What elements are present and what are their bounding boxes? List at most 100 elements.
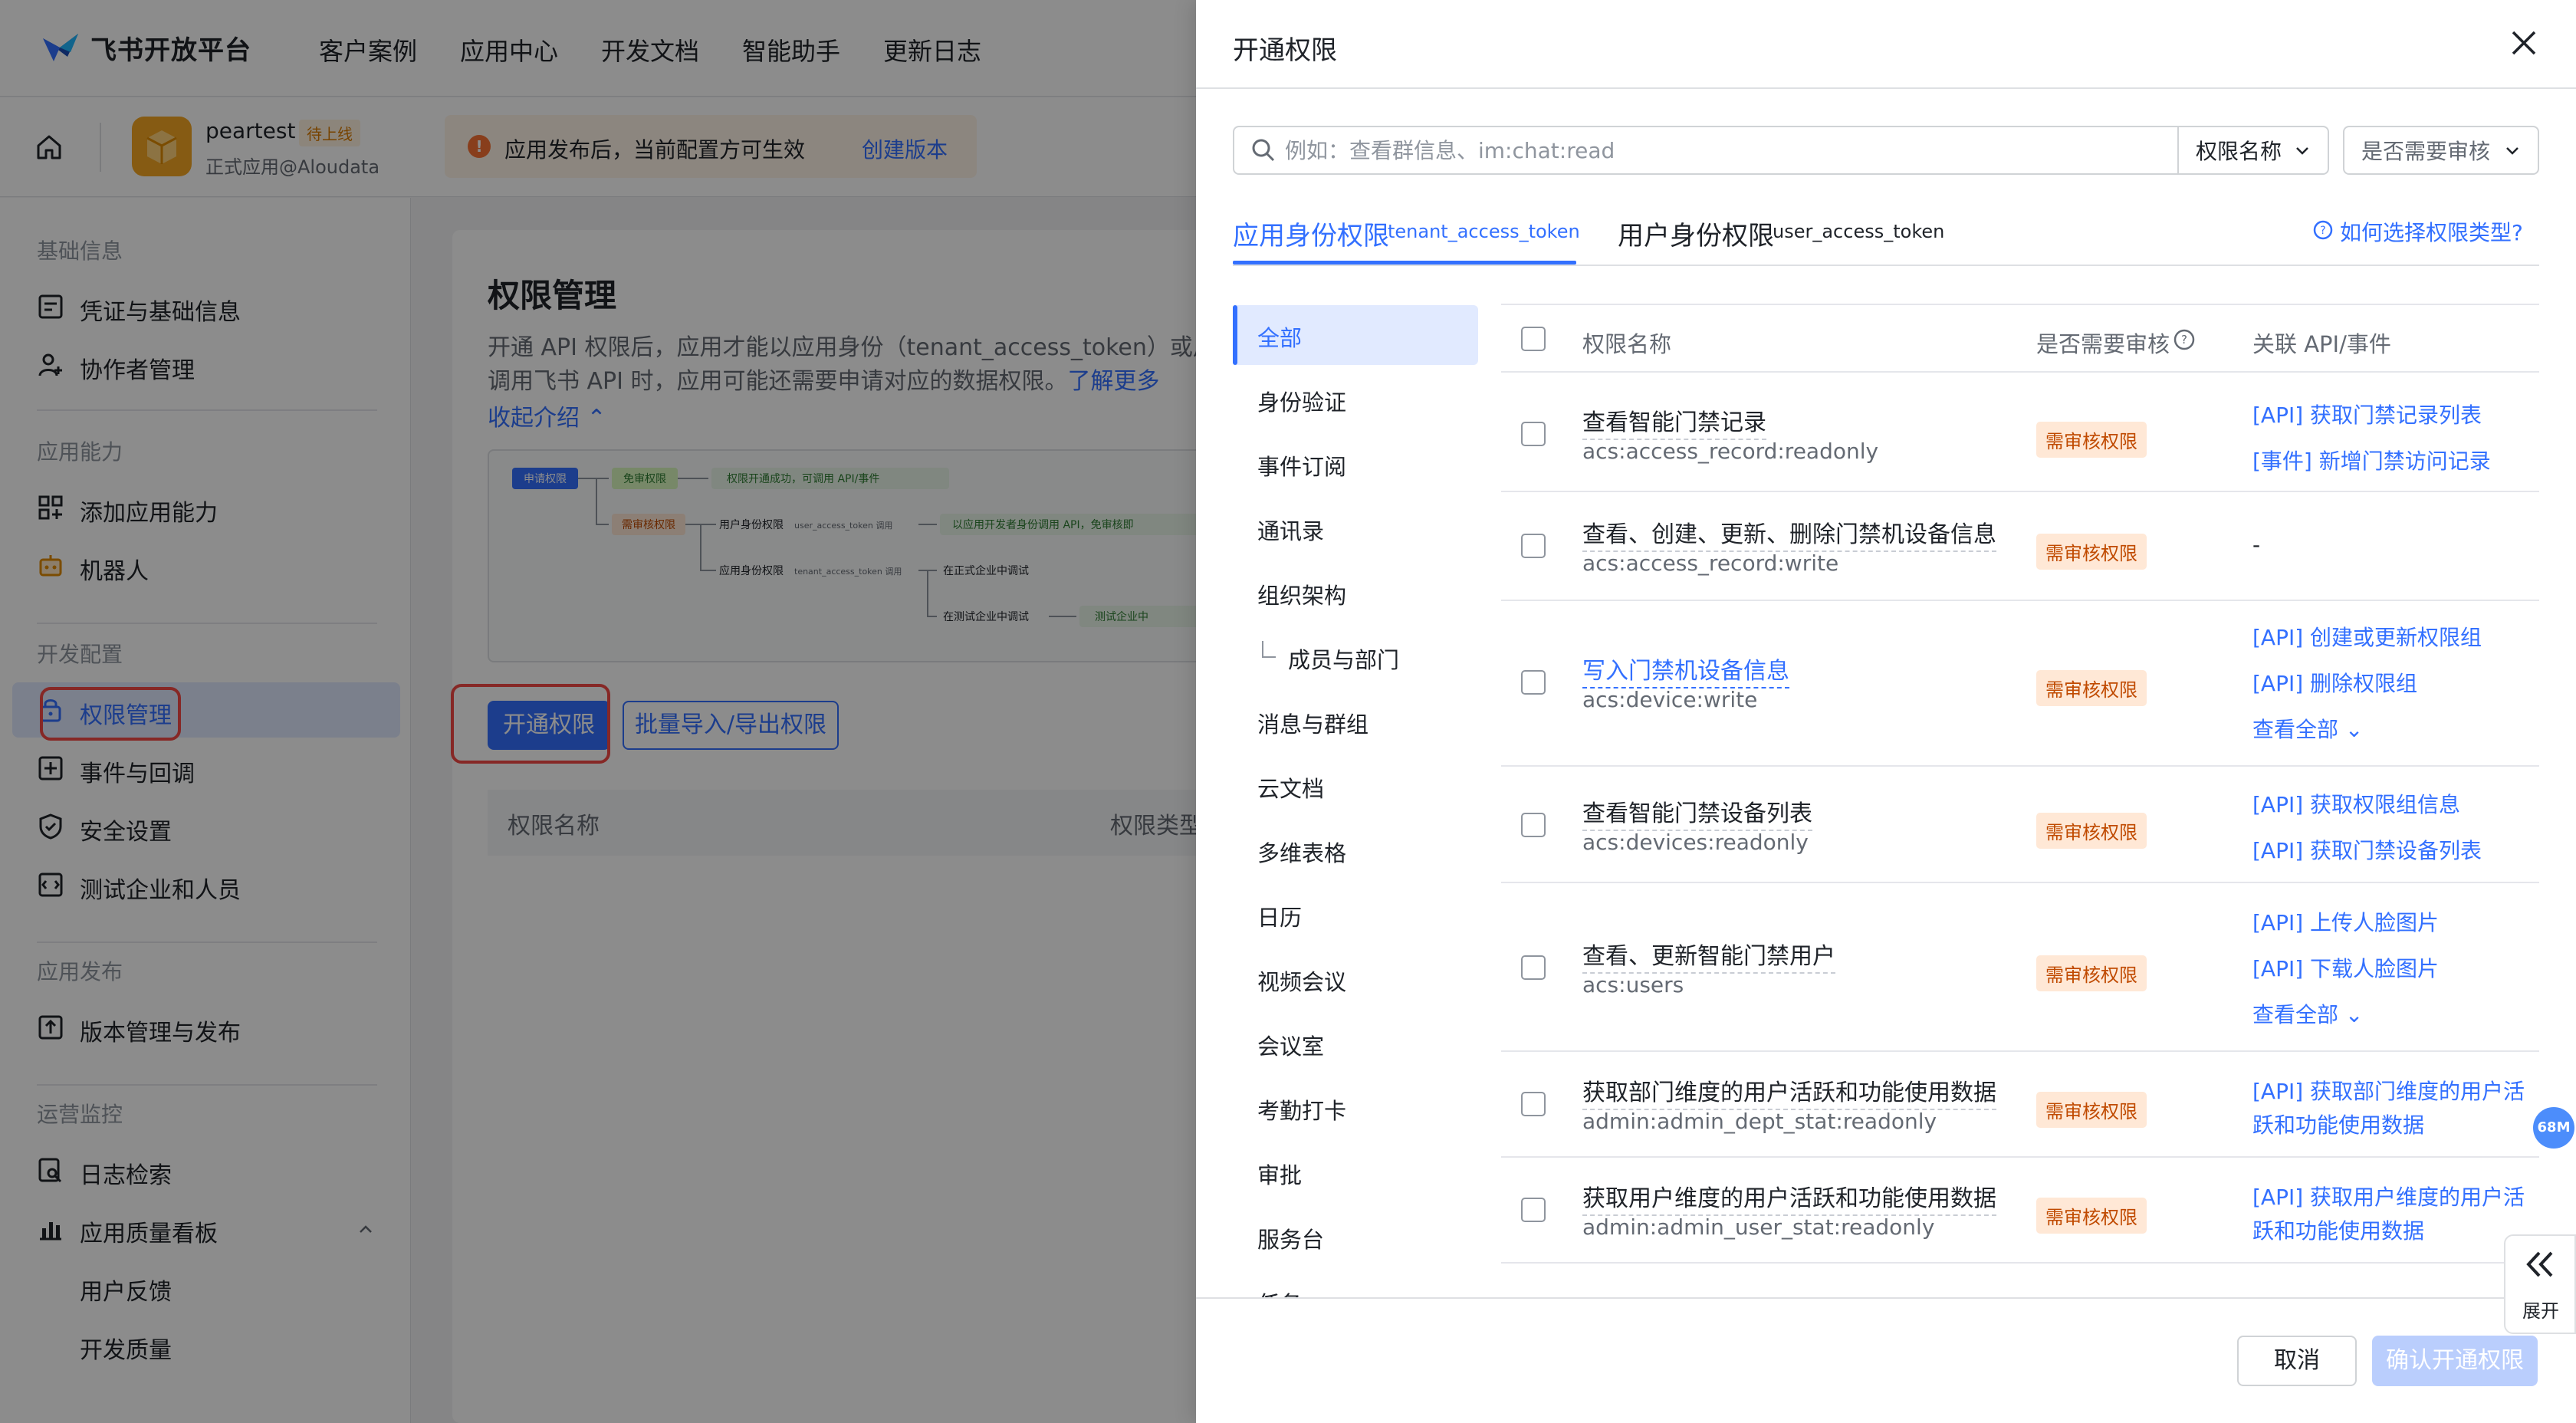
search-input[interactable] <box>1285 130 2167 170</box>
permission-type-help-link[interactable]: 如何选择权限类型? <box>2340 216 2523 247</box>
review-badge: 需审核权限 <box>2036 1198 2147 1234</box>
column-header-review: 是否需要审核 <box>2036 331 2170 357</box>
permission-name[interactable]: 获取用户维度的用户活跃和功能使用数据 <box>1582 1179 1996 1216</box>
review-badge: 需审核权限 <box>2036 813 2147 849</box>
double-chevron-left-icon <box>2526 1251 2553 1277</box>
svg-text:?: ? <box>2320 225 2325 237</box>
review-badge: 需审核权限 <box>2036 1092 2147 1128</box>
row-checkbox[interactable] <box>1521 670 1546 695</box>
category-events[interactable]: 事件订阅 <box>1257 449 1346 481</box>
permission-code: acs:access_record:readonly <box>1582 439 1879 464</box>
category-org[interactable]: 组织架构 <box>1257 578 1346 610</box>
api-link[interactable]: [API] 获取门禁记录列表 <box>2252 399 2482 429</box>
permission-name[interactable]: 查看智能门禁记录 <box>1582 403 1766 440</box>
cancel-button[interactable]: 取消 <box>2237 1336 2357 1386</box>
chevron-down-icon: ⌄ <box>2344 717 2364 742</box>
api-link[interactable]: [API] 获取权限组信息 <box>2252 788 2460 819</box>
chevron-down-icon <box>2296 147 2308 155</box>
permission-code: acs:devices:readonly <box>1582 830 1809 855</box>
column-header-api: 关联 API/事件 <box>2252 331 2391 357</box>
row-divider <box>1501 1262 2539 1264</box>
row-checkbox[interactable] <box>1521 422 1546 446</box>
row-checkbox[interactable] <box>1521 1092 1546 1116</box>
permission-code: admin:admin_user_stat:readonly <box>1582 1214 1935 1240</box>
tab-user-identity[interactable]: 用户身份权限 <box>1618 215 1774 252</box>
view-all-label: 查看全部 <box>2252 717 2339 742</box>
permission-name[interactable]: 获取部门维度的用户活跃和功能使用数据 <box>1582 1073 1996 1110</box>
confirm-open-button[interactable]: 确认开通权限 <box>2372 1336 2538 1386</box>
svg-text:?: ? <box>2181 333 2187 347</box>
permission-code: admin:admin_dept_stat:readonly <box>1582 1109 1937 1134</box>
permission-code: acs:access_record:write <box>1582 550 1839 576</box>
drawer-divider <box>1196 87 2576 89</box>
permission-name[interactable]: 查看、创建、更新、删除门禁机设备信息 <box>1582 515 1996 552</box>
category-auth[interactable]: 身份验证 <box>1257 385 1346 417</box>
category-calendar[interactable]: 日历 <box>1257 900 1302 932</box>
review-badge: 需审核权限 <box>2036 534 2147 570</box>
category-approval[interactable]: 审批 <box>1257 1158 1302 1190</box>
category-attendance[interactable]: 考勤打卡 <box>1257 1093 1346 1126</box>
api-empty: - <box>2252 532 2261 557</box>
row-checkbox[interactable] <box>1521 955 1546 980</box>
review-badge: 需审核权限 <box>2036 422 2147 458</box>
tab-tenant-identity[interactable]: 应用身份权限 <box>1233 215 1389 252</box>
tab-divider <box>1233 265 2539 266</box>
row-divider <box>1501 882 2539 883</box>
api-link[interactable]: [API] 获取门禁设备列表 <box>2252 834 2482 865</box>
chevron-down-icon: ⌄ <box>2344 1002 2364 1027</box>
search-field-select-value: 权限名称 <box>2196 139 2282 164</box>
category-bitable[interactable]: 多维表格 <box>1257 836 1346 868</box>
memory-usage-badge[interactable]: 68M <box>2533 1107 2574 1149</box>
tab-user-token[interactable]: user_access_token <box>1773 221 1944 242</box>
api-link-continued[interactable]: 跃和功能使用数据 <box>2252 1214 2424 1245</box>
api-link-continued[interactable]: 跃和功能使用数据 <box>2252 1109 2424 1139</box>
drawer-title: 开通权限 <box>1233 35 1337 66</box>
help-circle-icon[interactable]: ? <box>2173 328 2196 351</box>
view-all-link[interactable]: 查看全部 ⌄ <box>2252 713 2363 744</box>
api-link[interactable]: [API] 创建或更新权限组 <box>2252 621 2482 652</box>
category-docs[interactable]: 云文档 <box>1257 771 1324 804</box>
category-meeting-room[interactable]: 会议室 <box>1257 1029 1324 1061</box>
category-all[interactable]: 全部 <box>1257 320 1302 353</box>
api-link[interactable]: [API] 获取用户维度的用户活 <box>2252 1181 2525 1211</box>
row-checkbox[interactable] <box>1521 1198 1546 1222</box>
row-divider <box>1501 491 2539 492</box>
row-divider <box>1501 1156 2539 1158</box>
chevron-down-icon <box>2506 147 2518 155</box>
tree-branch-icon <box>1262 641 1276 658</box>
permission-name[interactable]: 查看、更新智能门禁用户 <box>1582 937 1835 974</box>
category-members[interactable]: 成员与部门 <box>1288 642 1399 675</box>
api-link[interactable]: [API] 上传人脸图片 <box>2252 906 2439 937</box>
review-filter-select-value: 是否需要审核 <box>2361 139 2491 164</box>
tab-tenant-token[interactable]: tenant_access_token <box>1388 221 1580 242</box>
expand-label: 展开 <box>2522 1300 2559 1322</box>
drawer-footer <box>1196 1299 2576 1423</box>
view-all-link[interactable]: 查看全部 ⌄ <box>2252 998 2363 1029</box>
view-all-label: 查看全部 <box>2252 1002 2339 1027</box>
review-badge: 需审核权限 <box>2036 955 2147 991</box>
category-contacts[interactable]: 通讯录 <box>1257 514 1324 546</box>
permission-name[interactable]: 查看智能门禁设备列表 <box>1582 794 1812 831</box>
modal-overlay[interactable] <box>0 0 1196 1423</box>
event-link[interactable]: [事件] 新增门禁访问记录 <box>2252 445 2491 475</box>
api-link[interactable]: [API] 获取部门维度的用户活 <box>2252 1075 2525 1106</box>
close-icon[interactable] <box>2507 26 2541 60</box>
category-active-indicator <box>1233 305 1237 365</box>
api-link[interactable]: [API] 下载人脸图片 <box>2252 952 2439 983</box>
row-checkbox[interactable] <box>1521 534 1546 558</box>
footer-divider <box>1196 1297 2576 1299</box>
search-icon <box>1252 139 1275 162</box>
category-helpdesk[interactable]: 服务台 <box>1257 1222 1324 1254</box>
row-divider <box>1501 765 2539 767</box>
review-badge: 需审核权限 <box>2036 670 2147 706</box>
api-link[interactable]: [API] 删除权限组 <box>2252 667 2417 698</box>
row-divider <box>1501 600 2539 601</box>
category-vc[interactable]: 视频会议 <box>1257 965 1346 997</box>
select-all-checkbox[interactable] <box>1521 327 1546 351</box>
column-header-name: 权限名称 <box>1582 331 1672 357</box>
category-messages[interactable]: 消息与群组 <box>1257 707 1368 739</box>
permission-name[interactable]: 写入门禁机设备信息 <box>1582 652 1789 688</box>
permission-code: acs:users <box>1582 972 1684 997</box>
row-checkbox[interactable] <box>1521 813 1546 837</box>
permission-code: acs:device:write <box>1582 687 1758 712</box>
